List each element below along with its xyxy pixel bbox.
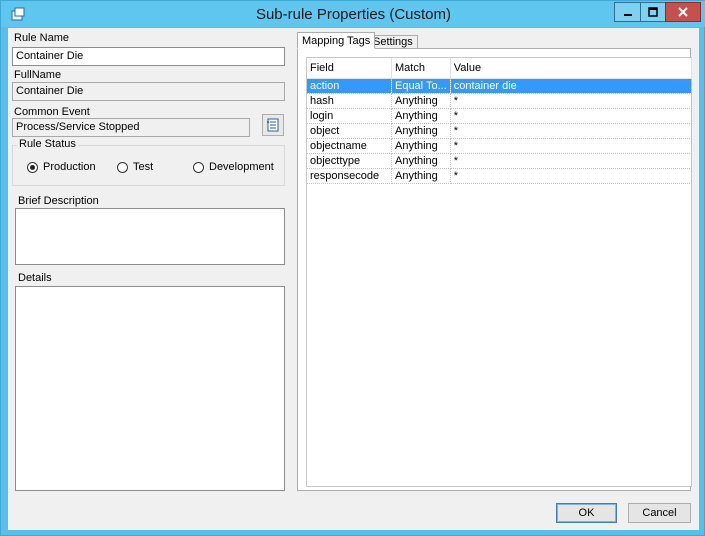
cell-value: * xyxy=(450,93,693,109)
column-header-field[interactable]: Field xyxy=(307,58,392,79)
details-textarea[interactable] xyxy=(15,286,285,491)
maximize-icon xyxy=(648,7,658,17)
cell-value: * xyxy=(450,153,693,169)
table-row[interactable]: responsecode Anything * xyxy=(307,168,693,184)
column-header-value[interactable]: Value xyxy=(450,58,693,79)
cell-field: hash xyxy=(307,93,392,109)
fullname-field: Container Die xyxy=(12,82,285,101)
radio-production-indicator xyxy=(27,161,38,173)
cell-value: * xyxy=(450,168,693,184)
browse-common-event-button[interactable] xyxy=(262,114,284,136)
radio-development-indicator xyxy=(193,161,204,173)
maximize-button[interactable] xyxy=(640,2,666,22)
radio-production[interactable]: Production xyxy=(27,161,96,173)
mapping-tags-table: Field Match Value action Equal To... con… xyxy=(307,58,693,184)
cell-field: login xyxy=(307,108,392,124)
common-event-label: Common Event xyxy=(14,106,90,118)
details-label: Details xyxy=(18,272,52,284)
table-row[interactable]: hash Anything * xyxy=(307,93,693,109)
rule-status-label: Rule Status xyxy=(17,138,78,150)
cell-value: * xyxy=(450,108,693,124)
table-row[interactable]: action Equal To... container die xyxy=(307,78,693,94)
cell-match: Anything xyxy=(391,123,451,139)
table-row[interactable]: login Anything * xyxy=(307,108,693,124)
window-title: Sub-rule Properties (Custom) xyxy=(255,6,452,23)
brief-description-label: Brief Description xyxy=(18,195,99,207)
radio-test[interactable]: Test xyxy=(117,161,153,173)
list-icon xyxy=(267,118,279,132)
cell-field: action xyxy=(307,78,392,94)
fullname-label: FullName xyxy=(14,69,62,81)
cell-match: Anything xyxy=(391,138,451,154)
cell-match: Equal To... xyxy=(391,78,451,94)
radio-test-indicator xyxy=(117,161,128,173)
cancel-button[interactable]: Cancel xyxy=(628,503,691,523)
table-row[interactable]: objectname Anything * xyxy=(307,138,693,154)
cell-match: Anything xyxy=(391,93,451,109)
rule-name-label: Rule Name xyxy=(14,32,70,44)
grid-header-row: Field Match Value xyxy=(307,58,693,79)
dialog-body: Rule Name Container Die FullName Contain… xyxy=(8,28,699,530)
minimize-button[interactable] xyxy=(614,2,641,22)
tab-settings[interactable]: Settings xyxy=(368,35,418,49)
cell-value: * xyxy=(450,123,693,139)
cell-field: object xyxy=(307,123,392,139)
column-header-match[interactable]: Match xyxy=(391,58,451,79)
radio-development[interactable]: Development xyxy=(193,161,274,173)
rule-name-input[interactable]: Container Die xyxy=(12,47,285,66)
cell-match: Anything xyxy=(391,108,451,124)
close-button[interactable] xyxy=(665,2,701,22)
minimize-icon xyxy=(623,14,632,16)
mapping-tags-grid[interactable]: Field Match Value action Equal To... con… xyxy=(306,57,693,487)
table-row[interactable]: objecttype Anything * xyxy=(307,153,693,169)
close-icon xyxy=(678,7,688,17)
properties-window: Sub-rule Properties (Custom) Rule Name C… xyxy=(0,0,705,536)
cell-match: Anything xyxy=(391,153,451,169)
cell-match: Anything xyxy=(391,168,451,184)
cell-field: objecttype xyxy=(307,153,392,169)
radio-production-label: Production xyxy=(43,161,96,173)
cell-value: * xyxy=(450,138,693,154)
brief-description-textarea[interactable] xyxy=(15,208,285,265)
mapping-tags-panel: Field Match Value action Equal To... con… xyxy=(297,48,693,491)
radio-test-label: Test xyxy=(133,161,154,173)
common-event-field: Process/Service Stopped xyxy=(12,118,250,137)
table-row[interactable]: object Anything * xyxy=(307,123,693,139)
cell-field: responsecode xyxy=(307,168,392,184)
ok-button[interactable]: OK xyxy=(556,503,617,523)
cell-field: objectname xyxy=(307,138,392,154)
title-bar[interactable]: Sub-rule Properties (Custom) xyxy=(1,1,705,27)
cell-value: container die xyxy=(450,78,693,94)
tab-mapping-tags[interactable]: Mapping Tags xyxy=(297,32,376,49)
radio-development-label: Development xyxy=(209,161,274,173)
